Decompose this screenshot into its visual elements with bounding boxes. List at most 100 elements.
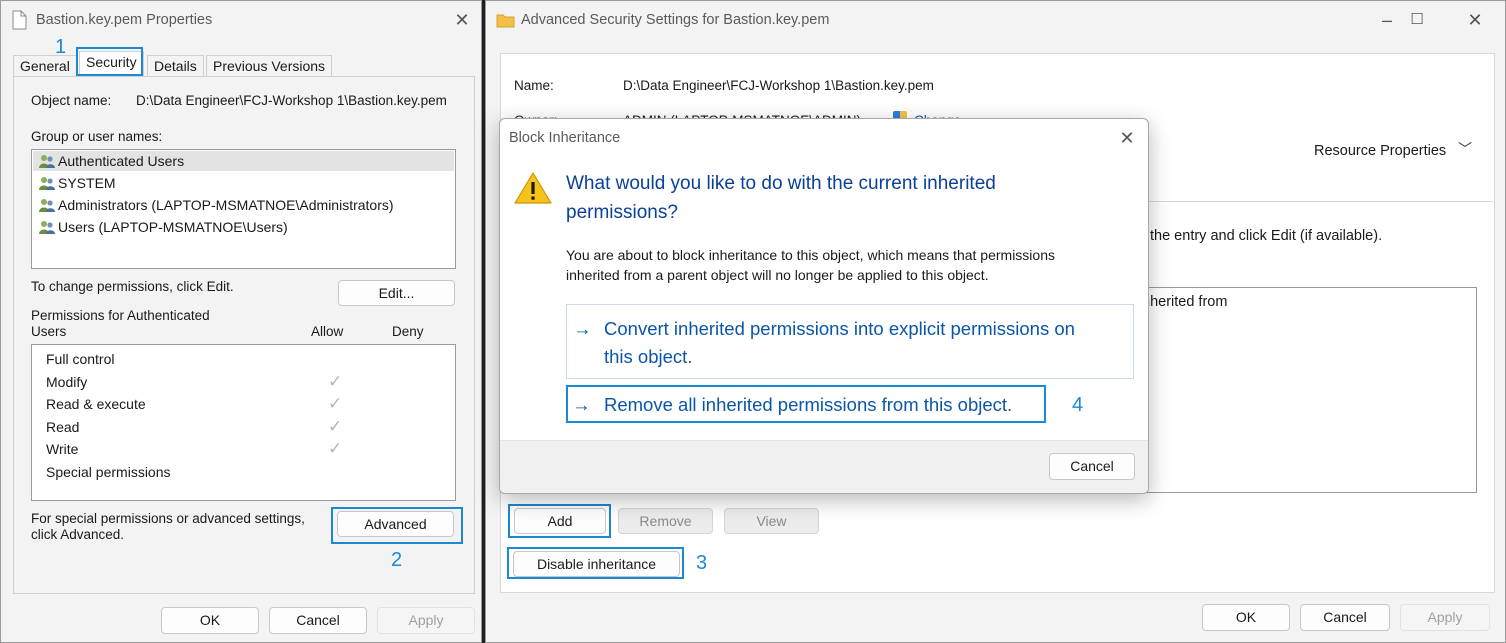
cancel-button[interactable]: Cancel [269,607,367,634]
dialog-heading-line2: permissions? [566,202,678,223]
arrow-right-icon: → [573,318,592,339]
permissions-list: Full control Modify ✓ Read & execute ✓ Read ✓ W… [31,344,456,501]
permissions-label-line1: Permissions for Authenticated [31,308,210,323]
allow-header: Allow [311,324,344,339]
annotation-3: 3 [696,552,708,574]
users-icon [39,221,55,234]
folder-icon [496,14,515,28]
convert-permissions-option[interactable]: → Convert inherited permissions into exp… [566,304,1134,379]
permission-row: Modify ✓ [46,372,342,391]
dialog-body-line1: You are about to block inheritance to th… [566,247,1055,263]
remove-inherited-option[interactable]: → Remove all inherited permissions from … [566,385,1046,423]
dialog-close-icon[interactable]: ✕ [1112,125,1142,151]
checkmark-icon: ✓ [328,371,343,391]
name-value: D:\Data Engineer\FCJ-Workshop 1\Bastion.… [623,78,934,93]
maximize-icon[interactable]: ☐ [1402,7,1432,33]
properties-window: Bastion.key.pem Properties ✕ General Sec… [0,0,482,643]
checkmark-icon: ✓ [328,439,343,459]
dialog-body-line2: inherited from a parent object will no l… [566,267,989,283]
remove-label: Remove [639,513,692,529]
special-text-line1: For special permissions or advanced sett… [31,511,305,526]
security-tab-highlight [76,47,143,76]
properties-titlebar: Bastion.key.pem Properties ✕ [1,1,481,39]
block-inheritance-dialog: Block Inheritance ✕ What would you like … [499,118,1149,494]
cancel-label: Cancel [296,612,340,628]
remove-option-text: Remove all inherited permissions from th… [604,394,1013,415]
file-icon [12,10,27,30]
edit-button[interactable]: Edit... [338,280,455,306]
instruction-text: the entry and click Edit (if available). [1150,228,1383,244]
permission-name: Special permissions [46,464,171,480]
permissions-label-line2: Users [31,324,67,339]
users-icon [39,177,55,190]
group-label: Group or user names: [31,129,163,144]
advanced-titlebar: Advanced Security Settings for Bastion.k… [486,1,1505,39]
special-text-line2: click Advanced. [31,527,125,542]
edit-label: Edit... [378,285,415,301]
advanced-title: Advanced Security Settings for Bastion.k… [521,12,830,28]
annotation-4: 4 [1072,394,1084,416]
properties-title: Bastion.key.pem Properties [36,12,213,28]
group-name: Users (LAPTOP-MSMATNOE\Users) [58,219,288,235]
deny-header: Deny [392,324,424,339]
permission-row: Write ✓ [46,439,342,458]
permission-row: Read & execute ✓ [46,394,342,413]
apply-label: Apply [408,612,444,628]
checkmark-icon: ✓ [328,394,343,414]
add-highlight [508,504,611,538]
resource-properties[interactable]: Resource Properties [1314,143,1446,159]
adv-apply-button[interactable]: Apply [1400,604,1490,631]
permission-name: Modify [46,373,88,390]
remove-button[interactable]: Remove [618,508,713,534]
dialog-cancel-button[interactable]: Cancel [1049,453,1135,480]
chevron-down-icon[interactable]: ﹀ [1458,139,1472,159]
advanced-highlight [331,507,463,544]
view-label: View [756,513,787,529]
close-icon[interactable]: ✕ [1460,7,1490,33]
tab-details[interactable]: Details [147,55,204,76]
tab-general[interactable]: General [13,55,77,76]
users-icon [39,155,55,168]
tab-previous-versions[interactable]: Previous Versions [206,55,333,76]
permission-row: Full control [46,351,114,367]
disable-inheritance-highlight [507,547,684,579]
group-name: SYSTEM [58,175,116,191]
apply-button[interactable]: Apply [377,607,475,634]
ok-button[interactable]: OK [161,607,259,634]
minimize-icon[interactable]: – [1372,7,1402,33]
change-text: To change permissions, click Edit. [31,279,234,294]
permission-entries-list[interactable]: nherited from D:\D:\D:\D:\ [1111,287,1477,493]
view-button[interactable]: View [724,508,819,534]
object-name-label: Object name: [31,93,112,108]
adv-apply-label: Apply [1427,609,1463,625]
permission-name: Read [46,418,80,435]
warning-icon [514,172,552,204]
permission-row: Read ✓ [46,417,342,436]
group-list[interactable]: Authenticated Users SYSTEM Administrators … [31,149,456,269]
inherited-from-header: nherited from [1142,294,1228,310]
annotation-1: 1 [55,36,67,58]
permission-row: Special permissions [46,464,171,480]
permission-name: Read & execute [46,396,146,413]
ok-label: OK [199,612,221,628]
adv-ok-button[interactable]: OK [1202,604,1290,631]
arrow-right-icon: → [572,394,591,415]
dialog-title: Block Inheritance [509,130,621,146]
permission-name: Full control [46,351,115,367]
annotation-2: 2 [391,549,403,571]
adv-ok-label: OK [1235,609,1257,625]
group-name: Authenticated Users [58,153,185,169]
adv-cancel-label: Cancel [1323,609,1367,625]
permission-name: Write [46,441,79,458]
adv-cancel-button[interactable]: Cancel [1300,604,1390,631]
dialog-heading-line1: What would you like to do with the curre… [566,173,996,194]
checkmark-icon: ✓ [328,416,343,436]
dialog-cancel-label: Cancel [1070,458,1114,474]
name-label: Name: [514,78,554,93]
object-name-value: D:\Data Engineer\FCJ-Workshop 1\Bastion.… [136,93,447,108]
close-icon[interactable]: ✕ [447,7,477,33]
group-name: Administrators (LAPTOP-MSMATNOE\Administ… [58,197,394,213]
users-icon [39,199,55,212]
convert-option-line2: this object. [604,346,693,367]
convert-option-line1: Convert inherited permissions into expli… [604,318,1075,339]
